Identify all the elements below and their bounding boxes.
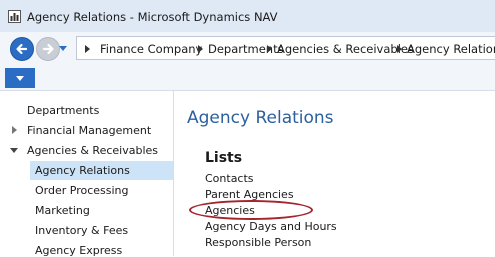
lists-heading: Lists (205, 150, 243, 166)
navigation-bar: Finance Company Departments Agencies & R… (0, 32, 495, 66)
list-link-responsible-person[interactable]: Responsible Person (205, 236, 311, 249)
breadcrumb-item-finance-company[interactable]: Finance Company (100, 42, 202, 56)
sidebar-item-agency-express[interactable]: Agency Express (35, 244, 122, 257)
window-title: Agency Relations - Microsoft Dynamics NA… (27, 10, 278, 24)
menu-bar (0, 66, 495, 91)
collapse-icon[interactable] (10, 148, 18, 153)
back-arrow-icon (16, 43, 28, 55)
breadcrumb-item-departments[interactable]: Departments (208, 42, 284, 56)
sidebar-item-inventory-fees[interactable]: Inventory & Fees (35, 224, 128, 237)
highlight-oval (189, 200, 313, 220)
breadcrumb-separator-icon (85, 45, 90, 53)
forward-button[interactable] (36, 37, 60, 61)
sidebar-item-marketing[interactable]: Marketing (35, 204, 90, 217)
dropdown-caret-icon[interactable] (59, 46, 67, 51)
navigation-pane: Departments Financial Management Agencie… (0, 91, 174, 257)
sidebar-item-financial-management[interactable]: Financial Management (27, 124, 151, 137)
app-icon (8, 10, 21, 23)
breadcrumb: Finance Company Departments Agencies & R… (76, 36, 495, 60)
sidebar-item-agencies-receivables[interactable]: Agencies & Receivables (27, 144, 158, 157)
title-bar: Agency Relations - Microsoft Dynamics NA… (0, 0, 495, 33)
breadcrumb-separator-icon (267, 45, 272, 53)
expand-icon[interactable] (12, 126, 17, 134)
application-menu-button[interactable] (5, 68, 35, 88)
forward-arrow-icon (42, 43, 54, 55)
breadcrumb-separator-icon (397, 45, 402, 53)
sidebar-item-departments[interactable]: Departments (27, 104, 99, 117)
breadcrumb-item-agencies-receivables[interactable]: Agencies & Receivables (277, 42, 414, 56)
breadcrumb-separator-icon (198, 45, 203, 53)
page-title: Agency Relations (187, 108, 334, 128)
sidebar-item-agency-relations[interactable]: Agency Relations (30, 161, 173, 180)
sidebar-item-label: Agency Relations (35, 164, 130, 177)
list-link-agency-days-and-hours[interactable]: Agency Days and Hours (205, 220, 337, 233)
sidebar-item-order-processing[interactable]: Order Processing (35, 184, 129, 197)
dropdown-caret-icon (16, 76, 24, 81)
breadcrumb-item-agency-relations[interactable]: Agency Relations (407, 42, 495, 56)
list-link-contacts[interactable]: Contacts (205, 172, 254, 185)
back-button[interactable] (10, 37, 34, 61)
